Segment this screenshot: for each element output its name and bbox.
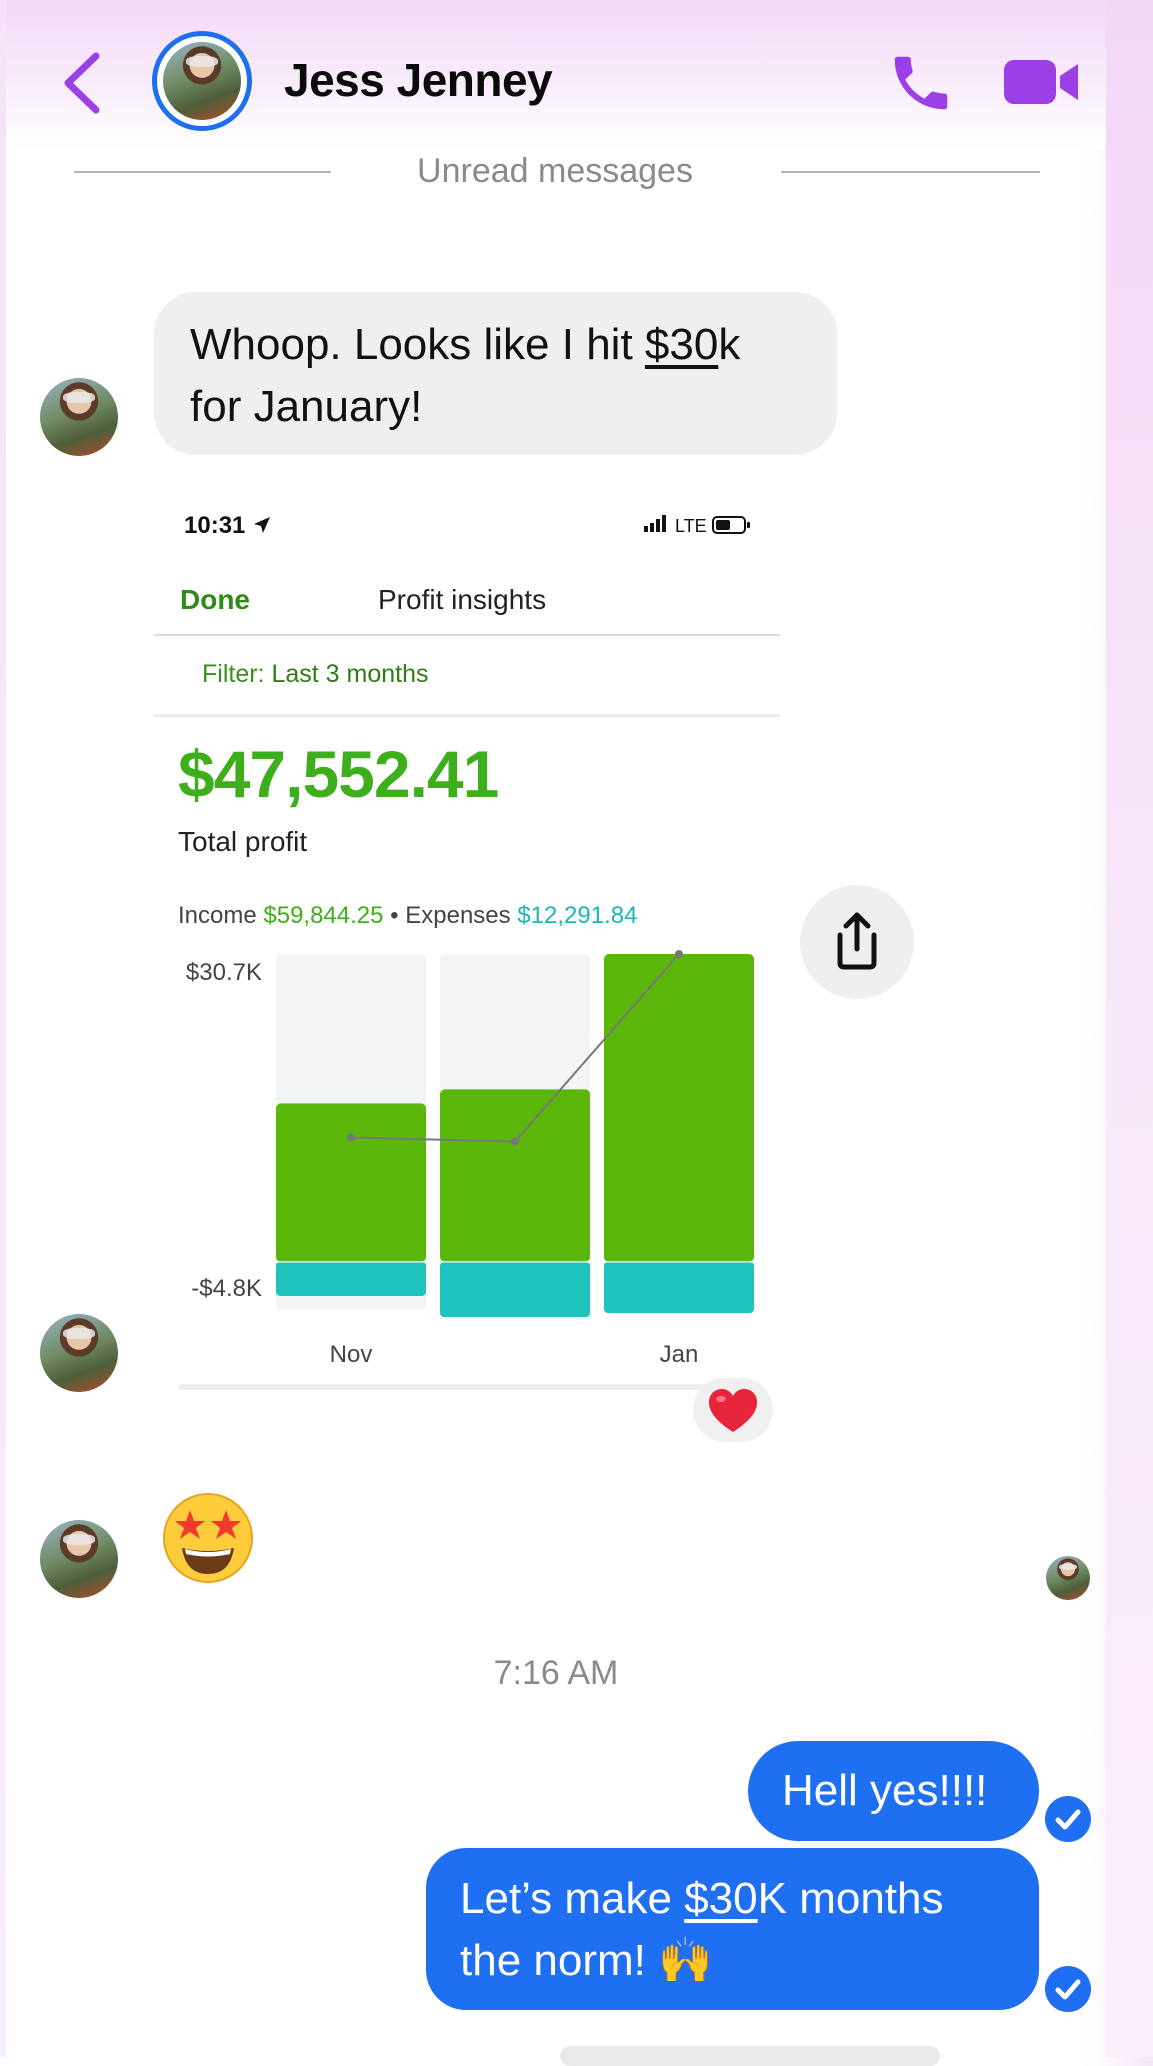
window-edge-left bbox=[0, 0, 6, 2057]
total-profit-label: Total profit bbox=[178, 826, 308, 857]
money-link[interactable]: $30 bbox=[684, 1874, 757, 1923]
total-profit-value: $47,552.41 bbox=[178, 737, 499, 811]
income-bar-dec bbox=[440, 1089, 590, 1262]
back-button[interactable] bbox=[56, 48, 116, 118]
sent-check-icon bbox=[1045, 1796, 1091, 1842]
status-time: 10:31 bbox=[184, 512, 272, 540]
divider bbox=[154, 714, 780, 717]
y-tick-label-max: $30.7K bbox=[186, 959, 262, 986]
y-tick-label-min: -$4.8K bbox=[191, 1275, 262, 1302]
filter-label: Filter: Last 3 months bbox=[202, 660, 428, 689]
composer-peek bbox=[560, 2046, 940, 2066]
status-time-text: 10:31 bbox=[184, 512, 246, 539]
unread-messages-divider: Unread messages bbox=[417, 152, 693, 190]
call-button[interactable] bbox=[886, 48, 956, 118]
sender-avatar[interactable] bbox=[40, 1520, 118, 1598]
expense-bar-dec bbox=[440, 1261, 590, 1318]
star-struck-emoji-icon bbox=[163, 1493, 253, 1583]
expense-bar-jan bbox=[604, 1261, 754, 1314]
heart-icon bbox=[709, 1389, 757, 1432]
signal-icon bbox=[644, 515, 666, 532]
window-edge-right bbox=[1106, 0, 1153, 2057]
income-bar-jan bbox=[604, 954, 754, 1262]
heart-reaction[interactable] bbox=[693, 1378, 773, 1442]
x-tick-label: Jan bbox=[660, 1341, 699, 1368]
star-struck-emoji-message[interactable] bbox=[158, 1488, 258, 1588]
video-camera-icon bbox=[1004, 60, 1078, 104]
contact-avatar[interactable] bbox=[152, 31, 252, 131]
done-button: Done bbox=[180, 584, 250, 615]
money-link[interactable]: $30 bbox=[645, 320, 718, 369]
status-bar-indicators: LTE bbox=[644, 514, 752, 537]
share-icon bbox=[837, 912, 877, 970]
income-value: $59,844.25 bbox=[263, 902, 384, 929]
outgoing-message-bubble[interactable]: Let’s make $30K months the norm! 🙌 bbox=[426, 1848, 1039, 2010]
message-text: the norm! bbox=[460, 1936, 659, 1985]
video-call-button[interactable] bbox=[1002, 52, 1082, 112]
location-arrow-icon bbox=[254, 517, 271, 533]
divider-line-left bbox=[74, 171, 331, 173]
screenshot-attachment[interactable]: 10:31 LTE Done Profit insights Filter: L… bbox=[154, 490, 780, 1390]
outgoing-message-bubble[interactable]: Hell yes!!!! bbox=[748, 1741, 1039, 1841]
message-text: for January! bbox=[190, 382, 423, 431]
phone-icon bbox=[894, 56, 948, 110]
trend-point bbox=[675, 950, 683, 958]
chevron-left-icon bbox=[64, 52, 100, 114]
sent-check-icon bbox=[1045, 1966, 1091, 2012]
raising-hands-emoji: 🙌 bbox=[658, 1936, 713, 1985]
message-text: Hell yes!!!! bbox=[782, 1766, 988, 1815]
income-expenses-summary: Income $59,844.25 • Expenses $12,291.84 bbox=[178, 902, 637, 930]
filter-label-text: Filter: bbox=[202, 660, 265, 688]
scroll-indicator bbox=[178, 1384, 738, 1390]
battery-icon bbox=[711, 516, 750, 534]
filter-value: Last 3 months bbox=[271, 660, 429, 688]
contact-name[interactable]: Jess Jenney bbox=[284, 53, 553, 107]
message-text: Whoop. Looks like I hit bbox=[190, 320, 645, 369]
message-text: K months bbox=[757, 1874, 944, 1923]
expense-bar-nov bbox=[276, 1261, 426, 1296]
share-button[interactable] bbox=[800, 885, 914, 999]
chat-header: Jess Jenney bbox=[6, 0, 1106, 150]
profit-bar-chart: Nov Jan $30.7K -$4.8K bbox=[178, 950, 754, 1390]
trend-point bbox=[511, 1137, 519, 1146]
sender-avatar[interactable] bbox=[40, 378, 118, 456]
network-label: LTE bbox=[675, 516, 707, 536]
avatar bbox=[163, 42, 241, 120]
separator-dot: • bbox=[390, 902, 399, 929]
read-receipt-avatar bbox=[1046, 1556, 1090, 1600]
message-text: k bbox=[718, 320, 741, 369]
divider-line-right bbox=[781, 171, 1040, 173]
income-label: Income bbox=[178, 902, 257, 929]
message-timestamp: 7:16 AM bbox=[493, 1654, 619, 1692]
incoming-message-bubble[interactable]: Whoop. Looks like I hit $30k for January… bbox=[154, 292, 837, 455]
message-text: Let’s make bbox=[460, 1874, 685, 1923]
income-bar-nov bbox=[276, 1103, 426, 1262]
expenses-value: $12,291.84 bbox=[517, 902, 638, 929]
sender-avatar[interactable] bbox=[40, 1314, 118, 1392]
expenses-label: Expenses bbox=[405, 902, 511, 929]
screen-title: Profit insights bbox=[378, 584, 547, 615]
divider bbox=[154, 634, 780, 636]
x-tick-label: Nov bbox=[330, 1341, 373, 1368]
trend-point bbox=[347, 1133, 355, 1142]
